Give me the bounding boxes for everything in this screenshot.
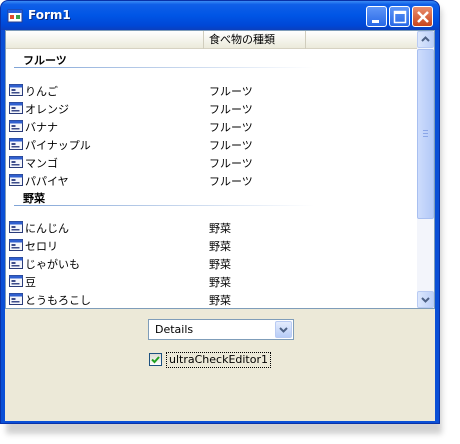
item-type: 野菜 [209, 240, 231, 253]
combo-dropdown-button[interactable] [275, 321, 292, 338]
maximize-button[interactable] [389, 6, 410, 27]
item-name: バナナ [25, 121, 58, 134]
item-type: 野菜 [209, 294, 231, 307]
chevron-down-icon [279, 327, 288, 333]
list-item-icon [8, 136, 24, 152]
list-item[interactable]: パイナップル フルーツ [6, 135, 417, 153]
list-item-icon [8, 219, 24, 235]
item-type: フルーツ [209, 175, 253, 188]
title-bar[interactable]: Form1 [1, 1, 439, 30]
view-style-combo[interactable]: Details [148, 319, 294, 340]
column-header-food-type[interactable]: 食べ物の種類 [204, 31, 306, 49]
item-name: セロリ [25, 240, 58, 253]
item-name: マンゴ [25, 157, 58, 170]
checkbox-label: ultraCheckEditor1 [166, 352, 271, 368]
item-name: にんじん [25, 222, 69, 235]
vertical-scrollbar[interactable] [417, 31, 434, 308]
list-item-icon [8, 273, 24, 289]
item-name: じゃがいも [25, 258, 80, 271]
list-item[interactable]: オレンジ フルーツ [6, 99, 417, 117]
list-item[interactable]: りんご フルーツ [6, 81, 417, 99]
app-icon [7, 8, 23, 24]
item-type: フルーツ [209, 121, 253, 134]
minimize-icon [372, 20, 379, 23]
group-divider [14, 67, 314, 68]
list-item[interactable]: セロリ 野菜 [6, 236, 417, 254]
item-name: オレンジ [25, 103, 69, 116]
chevron-up-icon [421, 36, 430, 42]
list-header: 食べ物の種類 [6, 31, 417, 49]
list-item-icon [8, 291, 24, 307]
scroll-thumb[interactable] [417, 49, 434, 219]
item-type: フルーツ [209, 157, 253, 170]
item-name: パイナップル [25, 139, 91, 152]
scroll-down-button[interactable] [417, 291, 434, 308]
list-item[interactable]: バナナ フルーツ [6, 117, 417, 135]
minimize-button[interactable] [366, 6, 387, 27]
list-item-icon [8, 172, 24, 188]
list-item-icon [8, 82, 24, 98]
group-header-fruits[interactable]: フルーツ [6, 50, 417, 68]
chevron-down-icon [421, 297, 430, 303]
item-type: 野菜 [209, 222, 231, 235]
close-icon [417, 11, 429, 23]
group-header-vegetables[interactable]: 野菜 [6, 188, 417, 206]
list-item-icon [8, 255, 24, 271]
list-item[interactable]: じゃがいも 野菜 [6, 254, 417, 272]
ultra-check-editor[interactable]: ultraCheckEditor1 [148, 352, 271, 368]
item-name: パパイヤ [25, 175, 69, 188]
scroll-up-button[interactable] [417, 31, 434, 48]
item-name: とうもろこし [25, 294, 91, 307]
item-name: りんご [25, 85, 58, 98]
checkbox[interactable] [149, 353, 162, 366]
maximize-icon [393, 10, 407, 24]
list-item[interactable]: にんじん 野菜 [6, 218, 417, 236]
item-name: 豆 [25, 276, 36, 289]
client-area: 食べ物の種類 フルーツ りんご フルーツ オレンジ フルーツ バナナ フルーツ [5, 30, 435, 421]
group-label: 野菜 [23, 192, 45, 205]
item-type: 野菜 [209, 276, 231, 289]
list-item[interactable]: パパイヤ フルーツ [6, 171, 417, 189]
item-type: フルーツ [209, 85, 253, 98]
list-item-icon [8, 237, 24, 253]
list-item-icon [8, 100, 24, 116]
item-type: フルーツ [209, 103, 253, 116]
list-item-icon [8, 118, 24, 134]
list-item-icon [8, 154, 24, 170]
form-window: Form1 食べ物の種類 フルーツ りんご フルーツ オレンジ フルーツ バナナ… [0, 0, 440, 424]
list-item[interactable]: マンゴ フルーツ [6, 153, 417, 171]
list-item[interactable]: とうもろこし 野菜 [6, 290, 417, 308]
close-button[interactable] [412, 6, 433, 27]
combo-selected-value: Details [155, 323, 194, 336]
list-item[interactable]: 豆 野菜 [6, 272, 417, 290]
checkmark-icon [151, 356, 160, 364]
grip-icon [423, 130, 428, 137]
food-list-view[interactable]: 食べ物の種類 フルーツ りんご フルーツ オレンジ フルーツ バナナ フルーツ [5, 30, 435, 309]
group-label: フルーツ [23, 54, 67, 67]
window-title: Form1 [28, 8, 71, 22]
column-header-name[interactable] [6, 31, 204, 49]
group-divider [14, 205, 314, 206]
item-type: フルーツ [209, 139, 253, 152]
item-type: 野菜 [209, 258, 231, 271]
